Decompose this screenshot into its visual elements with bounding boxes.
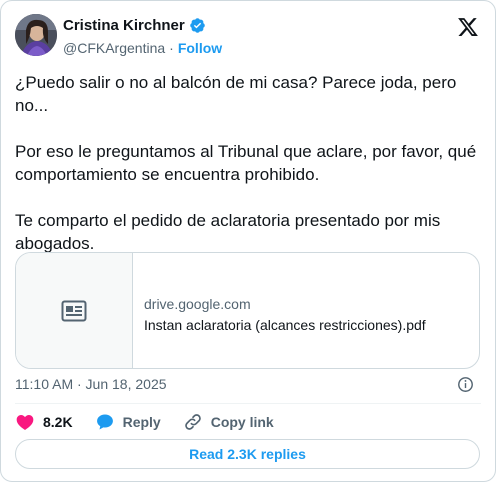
separator-dot: ·: [169, 40, 174, 56]
like-button[interactable]: 8.2K: [15, 412, 73, 432]
verified-badge-icon: [189, 18, 205, 33]
link-info: drive.google.com Instan aclaratoria (alc…: [133, 253, 426, 368]
action-bar: 8.2K Reply Copy link: [15, 411, 296, 433]
tweet-card: Cristina Kirchner @CFKArgentina · Follow…: [0, 0, 496, 482]
copy-link-button[interactable]: Copy link: [183, 412, 274, 432]
x-logo-icon[interactable]: [457, 16, 479, 38]
link-title[interactable]: Instan aclaratoria (alcances restriccion…: [144, 315, 426, 335]
article-icon: [61, 300, 87, 321]
heart-icon: [16, 415, 34, 430]
author-handle[interactable]: @CFKArgentina: [63, 40, 165, 56]
author-name-row: Cristina Kirchner: [63, 17, 206, 34]
read-replies-button[interactable]: Read 2.3K replies: [15, 439, 480, 469]
info-icon[interactable]: [457, 376, 474, 393]
avatar[interactable]: [15, 14, 57, 56]
link-thumbnail: [16, 253, 133, 368]
copy-link-label: Copy link: [210, 414, 274, 430]
link-icon: [184, 414, 201, 430]
tweet-header: Cristina Kirchner @CFKArgentina · Follow: [15, 14, 481, 58]
link-domain: drive.google.com: [144, 296, 251, 312]
tweet-text: ¿Puedo salir o no al balcón de mi casa? …: [15, 73, 477, 253]
reply-bubble-icon: [96, 414, 113, 430]
reply-label: Reply: [122, 414, 161, 430]
author-name[interactable]: Cristina Kirchner: [63, 17, 185, 34]
link-preview-card[interactable]: drive.google.com Instan aclaratoria (alc…: [15, 252, 480, 369]
like-count: 8.2K: [43, 414, 73, 430]
author-handle-row: @CFKArgentina · Follow: [63, 40, 222, 56]
divider: [15, 403, 481, 404]
reply-button[interactable]: Reply: [95, 412, 161, 432]
tweet-timestamp[interactable]: 11:10 AM · Jun 18, 2025: [15, 376, 167, 392]
follow-button[interactable]: Follow: [178, 40, 222, 56]
